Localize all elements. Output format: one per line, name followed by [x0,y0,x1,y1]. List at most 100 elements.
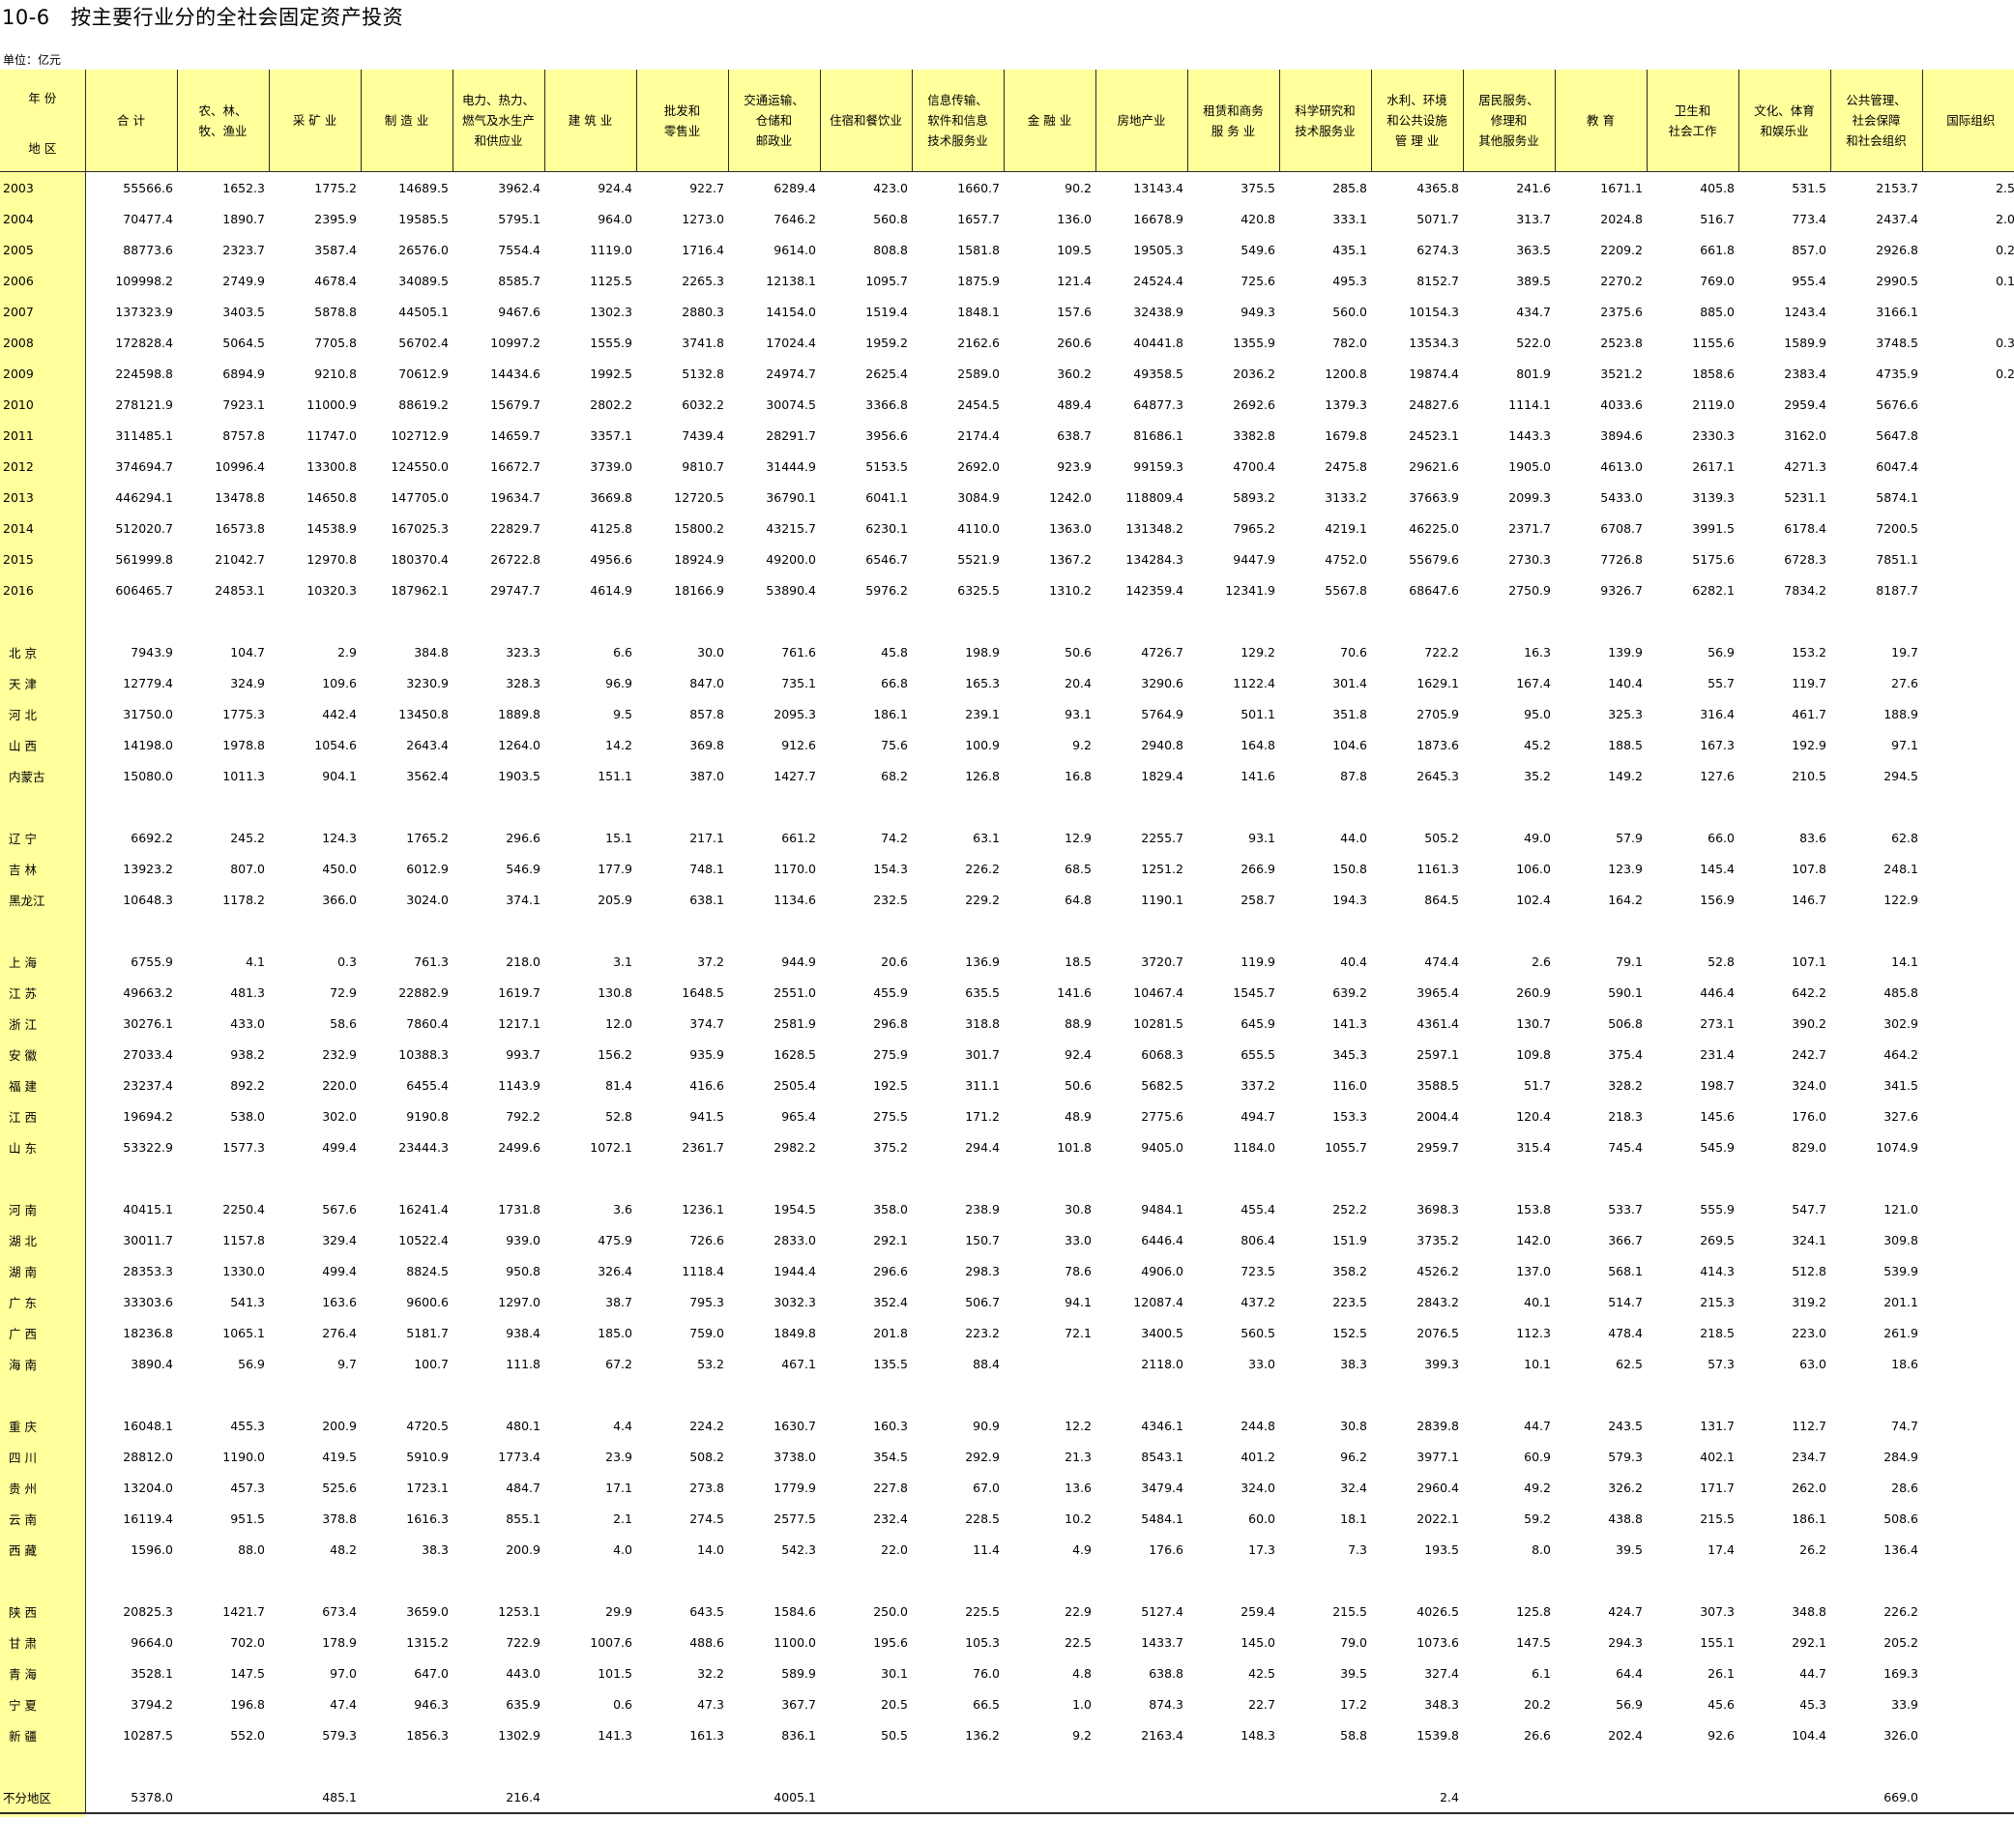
table-cell [1922,1534,2014,1565]
table-row: 2012 374694.7 10996.4 13300.8 124550.0 16672.… [0,451,2014,482]
table-cell: 10154.3 [1409,304,1459,319]
spacer-label-cell [0,1379,86,1410]
table-cell: 323.3 [506,644,540,660]
table-cell: 4005.1 [728,1781,820,1814]
table-cell: 9.5 [613,706,632,721]
table-cell: 188.9 [1883,706,1918,721]
table-cell: 1629.1 [1416,675,1459,690]
table-row: 2005 88773.6 2323.7 3587.4 26576.0 7554.4 1119… [0,234,2014,265]
table-cell: 93.1 [1248,830,1275,845]
table-cell: 131348.2 [1125,520,1183,536]
table-cell: 1856.3 [406,1727,449,1743]
table-cell: 12087.4 [1133,1294,1183,1309]
table-cell: 258.7 [1241,892,1275,907]
table-cell: 46225.0 [1409,520,1459,536]
table-cell: 161.3 [689,1727,724,1743]
table-cell: 55566.6 [123,180,173,195]
table-cell: 20.6 [881,953,908,969]
table-cell: 26.1 [1708,1665,1735,1681]
table-cell: 3024.0 [406,892,449,907]
table-cell: 309.8 [1883,1232,1918,1247]
table-cell: 201.8 [873,1325,908,1340]
table-cell: 3962.4 [498,180,540,195]
table-cell: 9447.9 [1233,551,1275,567]
table-cell: 1114.1 [1508,396,1551,412]
table-cell: 4.0 [613,1541,632,1557]
table-cell: 0.1 [1996,273,2014,288]
table-cell: 722.2 [1424,644,1459,660]
row-label: 不分地区 [0,1781,86,1814]
table-cell: 18.6 [1891,1356,1918,1371]
table-cell: 1200.8 [1325,366,1367,381]
table-cell: 514.7 [1608,1294,1643,1309]
table-cell: 157.6 [1057,304,1092,319]
table-cell: 1011.3 [222,768,265,783]
table-cell: 1.0 [1072,1696,1092,1712]
table-cell: 702.0 [230,1634,265,1650]
table-cell: 2643.4 [406,737,449,752]
spacer-row [0,1750,2014,1781]
table-cell: 345.3 [1332,1046,1367,1062]
table-cell: 55679.6 [1409,551,1459,567]
table-cell: 119.9 [1241,953,1275,969]
table-cell: 5433.0 [1600,489,1643,505]
table-cell: 1577.3 [222,1139,265,1155]
table-cell: 3366.8 [865,396,908,412]
table-cell: 924.4 [598,180,632,195]
table-cell: 294.5 [1883,768,1918,783]
table-cell: 27033.4 [123,1046,173,1062]
table-cell: 137.0 [1516,1263,1551,1278]
table-cell: 198.7 [1700,1077,1735,1093]
table-cell: 171.7 [1700,1480,1735,1495]
row-label: 福 建 [0,1070,86,1100]
table-cell: 5521.9 [957,551,1000,567]
table-cell: 964.0 [598,211,632,226]
table-cell: 1903.5 [498,768,540,783]
table-row: 辽 宁 6692.2 245.2 124.3 1765.2 296.6 15.1 217.1 6… [0,822,2014,853]
table-cell: 501.1 [1241,706,1275,721]
table-cell: 52.8 [1708,953,1735,969]
table-cell: 12970.8 [306,551,357,567]
table-row: 山 东 53322.9 1577.3 499.4 23444.3 2499.6 1072.1… [0,1131,2014,1162]
table-cell: 450.0 [322,861,357,876]
table-cell: 107.1 [1792,953,1826,969]
table-cell: 348.8 [1792,1603,1826,1619]
table-cell: 68.5 [1065,861,1092,876]
table-cell: 955.4 [1792,273,1826,288]
table-cell: 6755.9 [131,953,173,969]
table-cell: 3738.0 [773,1449,816,1464]
table-cell: 505.2 [1424,830,1459,845]
table-cell [1922,1255,2014,1286]
table-cell: 156.9 [1700,892,1735,907]
table-cell [1922,946,2014,977]
table-cell: 761.6 [781,644,816,660]
table-row: 广 东 33303.6 541.3 163.6 9600.6 1297.0 38.7 795.… [0,1286,2014,1317]
table-cell: 446294.1 [115,489,173,505]
row-label: 2013 [0,482,86,513]
table-cell: 274.5 [689,1511,724,1526]
table-cell: 154.3 [873,861,908,876]
table-cell: 3166.1 [1876,304,1918,319]
table-cell: 33.0 [1248,1356,1275,1371]
table-cell: 4033.6 [1600,396,1643,412]
table-cell: 949.3 [1241,304,1275,319]
table-cell: 5181.7 [406,1325,449,1340]
table-cell: 7646.2 [773,211,816,226]
table-cell: 6455.4 [406,1077,449,1093]
table-cell: 64877.3 [1133,396,1183,412]
table-cell: 3735.2 [1416,1232,1459,1247]
table-cell: 22.7 [1248,1696,1275,1712]
table-cell: 49663.2 [123,984,173,1000]
corner-header: 年 份 地 区 [0,70,86,172]
table-cell: 829.0 [1792,1139,1826,1155]
table-cell: 2454.5 [957,396,1000,412]
table-cell: 42.5 [1248,1665,1275,1681]
table-cell: 965.4 [781,1108,816,1124]
table-cell: 387.0 [689,768,724,783]
table-cell: 3748.5 [1876,335,1918,350]
table-cell: 55.7 [1708,675,1735,690]
table-cell: 104.4 [1792,1727,1826,1743]
table-cell: 112.3 [1516,1325,1551,1340]
table-cell: 3032.3 [773,1294,816,1309]
table-cell: 1978.8 [222,737,265,752]
